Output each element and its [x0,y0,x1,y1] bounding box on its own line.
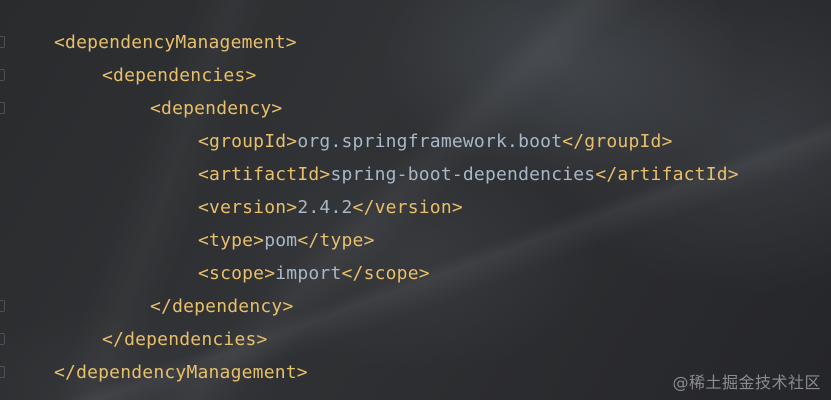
code-line[interactable]: </dependency> [54,290,831,323]
xml-tag-close: </artifactId> [595,164,739,185]
fold-marker-icon[interactable] [0,366,5,378]
code-line[interactable]: </dependencies> [54,323,831,356]
xml-tag-close: </groupId> [562,131,673,152]
xml-tag-close: </scope> [341,263,430,284]
code-line[interactable]: <groupId>org.springframework.boot</group… [54,125,831,158]
fold-marker-icon[interactable] [0,69,5,81]
code-line[interactable]: <version>2.4.2</version> [54,191,831,224]
xml-tag-open: <scope> [198,263,276,284]
xml-tag-open: <dependency> [150,98,283,119]
xml-tag-open: <groupId> [198,131,298,152]
xml-tag-open: <type> [198,230,265,251]
code-line[interactable]: <dependencyManagement> [54,26,831,59]
xml-tag-open: <dependencyManagement> [54,32,297,53]
xml-text-value: spring-boot-dependencies [330,164,596,185]
editor-gutter [0,0,10,400]
xml-tag-open: <artifactId> [198,164,331,185]
code-editor[interactable]: <dependencyManagement> <dependencies> <d… [54,26,831,389]
code-line[interactable]: <dependency> [54,92,831,125]
xml-text-value: import [275,263,342,284]
xml-text-value: 2.4.2 [297,197,353,218]
xml-tag-open: </dependency> [150,296,294,317]
fold-marker-icon[interactable] [0,102,5,114]
code-line[interactable]: <artifactId>spring-boot-dependencies</ar… [54,158,831,191]
xml-text-value: org.springframework.boot [297,131,563,152]
code-line[interactable]: <type>pom</type> [54,224,831,257]
xml-tag-open: <version> [198,197,298,218]
code-line[interactable]: <scope>import</scope> [54,257,831,290]
xml-tag-close: </version> [352,197,463,218]
xml-tag-open: <dependencies> [102,65,257,86]
fold-marker-icon[interactable] [0,300,5,312]
xml-tag-open: </dependencyManagement> [54,362,308,383]
xml-tag-open: </dependencies> [102,329,268,350]
code-line[interactable]: <dependencies> [54,59,831,92]
xml-tag-close: </type> [297,230,375,251]
fold-marker-icon[interactable] [0,36,5,48]
xml-text-value: pom [264,230,298,251]
fold-marker-icon[interactable] [0,333,5,345]
watermark: @稀土掘金技术社区 [672,373,821,392]
